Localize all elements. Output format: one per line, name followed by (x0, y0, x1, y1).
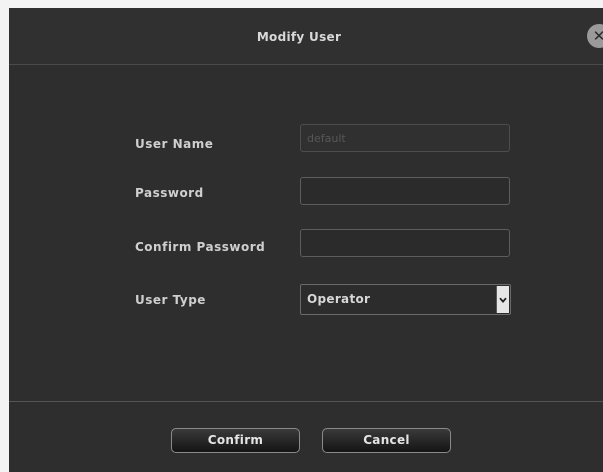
dialog-title: Modify User (256, 30, 342, 44)
user-type-select[interactable]: Operator (300, 284, 511, 315)
cancel-button[interactable]: Cancel (322, 428, 451, 453)
confirm-button[interactable]: Confirm (171, 428, 300, 453)
user-type-label: User Type (135, 293, 206, 307)
confirm-password-field[interactable] (300, 229, 510, 257)
chevron-down-icon[interactable] (496, 286, 509, 313)
password-field[interactable] (300, 177, 510, 205)
user-name-field[interactable] (300, 124, 510, 152)
modify-user-dialog: Modify User ✕ User Name Password Confirm… (9, 8, 603, 472)
confirm-password-label: Confirm Password (135, 240, 266, 254)
footer-divider (9, 401, 603, 402)
user-type-value: Operator (307, 292, 371, 306)
dialog-titlebar: Modify User (9, 8, 603, 65)
password-label: Password (135, 186, 204, 200)
user-name-label: User Name (135, 137, 214, 151)
